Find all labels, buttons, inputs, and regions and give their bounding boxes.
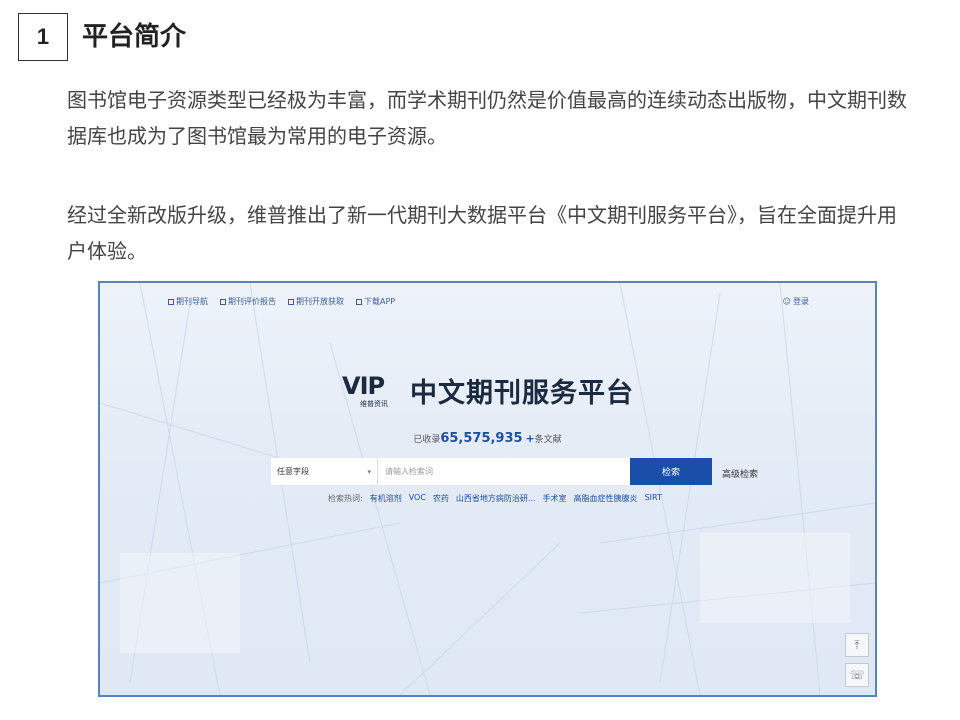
login-link[interactable]: ☺ 登录	[783, 296, 809, 307]
search-button[interactable]: 检索	[630, 458, 712, 485]
list-icon	[168, 298, 174, 305]
platform-top-nav: 期刊导航 期刊评价报告 期刊开放获取 下载APP	[168, 296, 395, 307]
advanced-search-link[interactable]: 高级检索	[722, 467, 758, 480]
user-icon: ☺	[782, 297, 791, 306]
hot-term[interactable]: 手术室	[543, 493, 567, 504]
nav-item-journal-guide[interactable]: 期刊导航	[168, 296, 208, 307]
back-to-top-icon[interactable]: ⤒	[845, 633, 869, 657]
chat-icon[interactable]: ☏	[845, 663, 869, 687]
report-icon	[220, 298, 226, 305]
search-bar: 任意字段 ▾ 请输入检索词 检索	[271, 458, 712, 485]
hot-terms-label: 检索热词:	[328, 494, 363, 503]
hot-term[interactable]: 有机溶剂	[370, 493, 402, 504]
vip-logo: VIP 维普资讯	[342, 371, 388, 408]
section-number: 1	[18, 13, 68, 61]
background-lines-decoration	[100, 283, 875, 695]
search-scope-select[interactable]: 任意字段 ▾	[271, 458, 378, 485]
intro-paragraph-1: 图书馆电子资源类型已经极为丰富，而学术期刊仍然是价值最高的连续动态出版物，中文期…	[67, 88, 907, 148]
chevron-down-icon: ▾	[367, 467, 371, 476]
hot-term[interactable]: VOC	[409, 493, 426, 504]
nav-item-evaluation-report[interactable]: 期刊评价报告	[220, 296, 276, 307]
phone-icon	[356, 298, 362, 305]
platform-title: 中文期刊服务平台	[410, 378, 634, 409]
document-count: 已收录65,575,935 +条文献	[413, 431, 562, 446]
hot-term[interactable]: SIRT	[645, 493, 662, 504]
platform-brand: VIP 维普资讯 中文期刊服务平台	[342, 371, 634, 410]
hot-term[interactable]: 高脂血症性胰腺炎	[574, 493, 638, 504]
nav-item-open-access[interactable]: 期刊开放获取	[288, 296, 344, 307]
hot-term[interactable]: 山西省地方病防治研...	[456, 493, 536, 504]
intro-paragraph-2: 经过全新改版升级，维普推出了新一代期刊大数据平台《中文期刊服务平台》，旨在全面提…	[67, 203, 897, 263]
hot-search-terms: 检索热词: 有机溶剂 VOC 农药 山西省地方病防治研... 手术室 高脂血症性…	[328, 493, 662, 504]
nav-item-download-app[interactable]: 下载APP	[356, 296, 395, 307]
open-access-icon	[288, 298, 294, 305]
hot-term[interactable]: 农药	[433, 493, 449, 504]
section-title: 平台简介	[82, 22, 187, 52]
platform-screenshot: 期刊导航 期刊评价报告 期刊开放获取 下载APP ☺ 登录 VIP 维普资讯 中文…	[98, 281, 877, 697]
search-input[interactable]: 请输入检索词	[378, 458, 630, 485]
